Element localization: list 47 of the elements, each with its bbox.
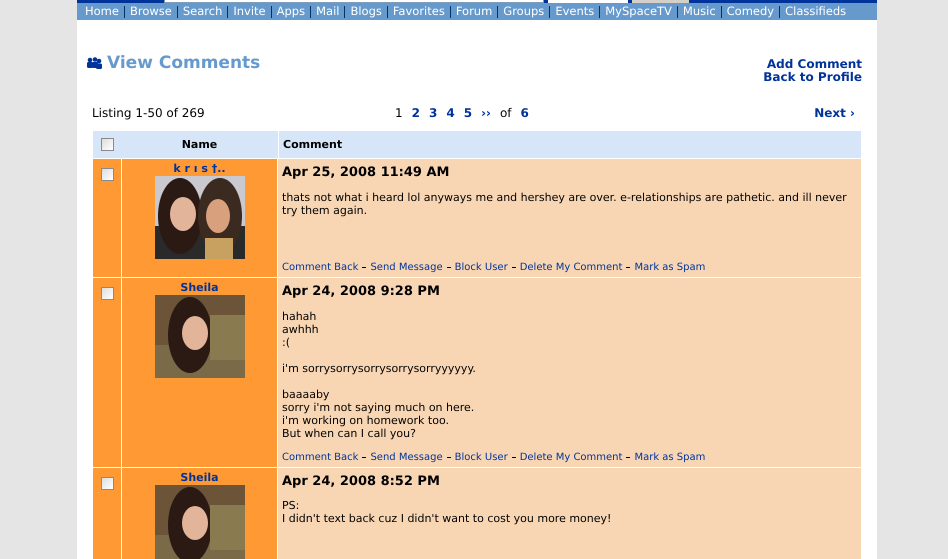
user-name[interactable]: k r ı s †..	[173, 162, 226, 176]
next-link[interactable]: Next ›	[814, 104, 855, 122]
comment-action-link[interactable]: Send Message	[370, 450, 443, 465]
comment-date: Apr 24, 2008 8:52 PM	[282, 472, 441, 491]
checkbox[interactable]	[100, 138, 114, 152]
of-label: of	[500, 105, 512, 122]
comment-text: I didn't text back cuz I didn't want to cost you more money!	[282, 512, 612, 526]
action-link[interactable]: Add Comment	[766, 58, 862, 72]
comment-action-link[interactable]: Delete My Comment	[520, 450, 622, 465]
comment-action-link[interactable]: Send Message	[370, 260, 443, 276]
page-link[interactable]: 4	[446, 104, 455, 122]
page-link[interactable]: 1	[395, 104, 403, 122]
comment-action-link[interactable]: Comment Back	[282, 260, 358, 276]
checkbox[interactable]	[100, 168, 114, 182]
action-link[interactable]: Back to Profile	[763, 71, 862, 84]
comment-text: awhhh	[282, 322, 320, 336]
people-icon	[87, 57, 102, 70]
comment-text: thats not what i heard lol anyways me and hershey are over. e-relationships are pathetic. and ill never try them again.	[282, 190, 848, 217]
comment-text: sorry i'm not saying much on here.	[282, 400, 476, 414]
comment-action-link[interactable]: Mark as Spam	[634, 260, 706, 276]
column-header: Name	[180, 136, 218, 152]
more-pages-link[interactable]: ››	[481, 104, 491, 122]
page-link[interactable]: 5	[464, 104, 472, 122]
checkbox[interactable]	[100, 287, 114, 300]
comment-date: Apr 24, 2008 9:28 PM	[282, 283, 441, 302]
comment-text: baaaaby	[282, 388, 330, 401]
column-header: Comment	[278, 131, 861, 158]
comment-date: Apr 25, 2008 11:49 AM	[282, 164, 450, 182]
comment-action-link[interactable]: Block User	[454, 450, 508, 465]
user-name[interactable]: Sheila	[180, 470, 219, 485]
page-link[interactable]: 3	[429, 104, 438, 122]
comment-text: hahah	[282, 310, 318, 323]
checkbox[interactable]	[100, 476, 114, 490]
comment-text: PS:	[282, 499, 300, 512]
comment-action-link[interactable]: Delete My Comment	[520, 260, 622, 276]
comment-action-link[interactable]: Mark as Spam	[634, 450, 706, 465]
page-title: View Comments	[107, 52, 260, 74]
comment-action-link[interactable]: Block User	[454, 260, 508, 276]
comment-text: i'm sorrysorrysorrysorrysorryyyyyy.	[282, 362, 477, 375]
comment-text: i'm working on homework too.	[282, 414, 450, 427]
comment-action-link[interactable]: Comment Back	[282, 450, 358, 465]
comment-text: But when can I call you?	[282, 426, 417, 440]
user-name[interactable]: Sheila	[180, 281, 219, 296]
page-link[interactable]: 6	[520, 104, 529, 122]
page-link[interactable]: 2	[412, 104, 420, 122]
listing-count: Listing 1-50 of 269	[92, 105, 206, 122]
comment-text: :(	[282, 336, 291, 349]
